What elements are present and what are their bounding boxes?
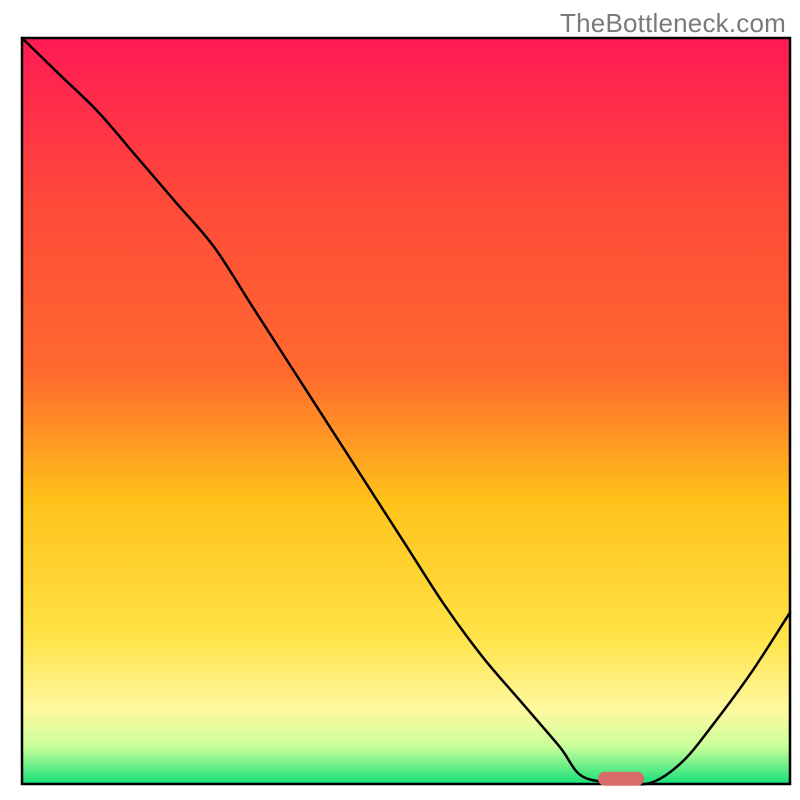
- chart-stage: TheBottleneck.com: [0, 0, 800, 800]
- watermark-label: TheBottleneck.com: [560, 8, 786, 39]
- optimal-point-marker: [598, 772, 644, 786]
- bottleneck-plot: [0, 0, 800, 800]
- gradient-background: [22, 38, 790, 784]
